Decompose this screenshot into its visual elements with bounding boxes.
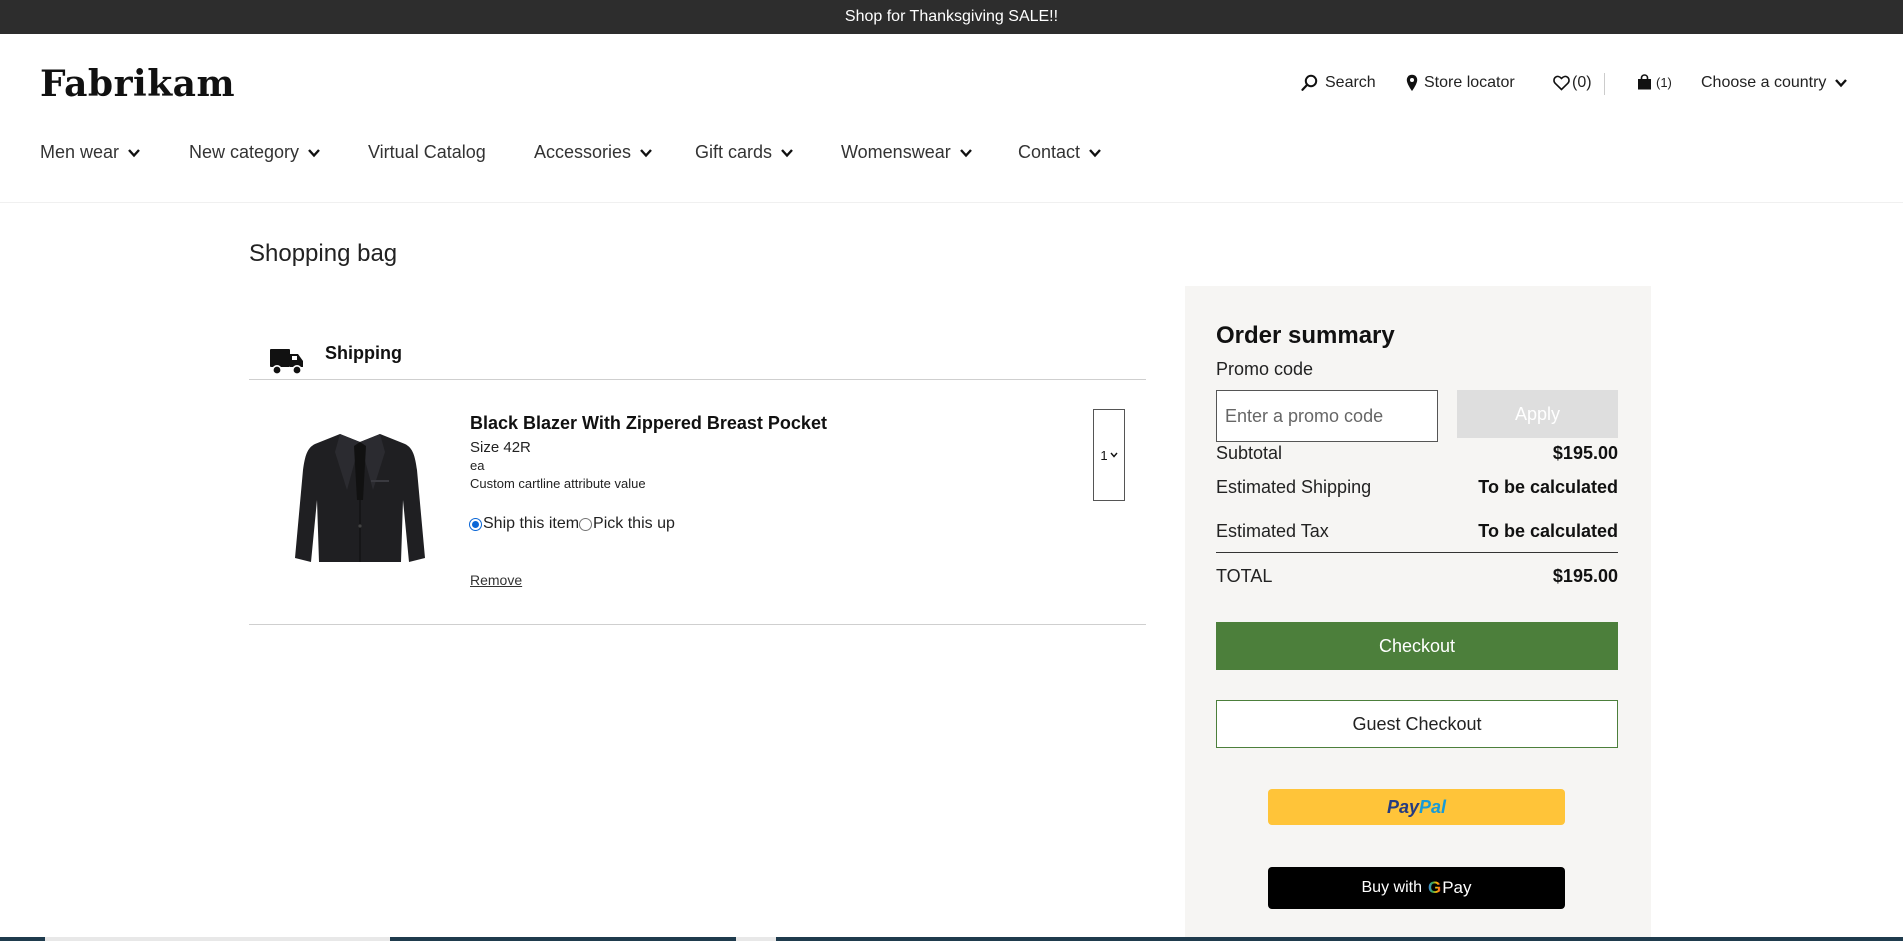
chevron-down-icon <box>1089 148 1101 157</box>
subtotal-value: $195.00 <box>1552 443 1618 463</box>
location-pin-icon <box>1406 74 1418 91</box>
search-icon <box>1301 74 1318 91</box>
utility-divider <box>1604 73 1605 95</box>
total-label: TOTAL <box>1216 566 1273 586</box>
nav-label: Accessories <box>534 142 632 162</box>
google-pay-logo: G Pay <box>1428 878 1472 898</box>
bottom-taskbar-strip <box>0 937 1903 941</box>
quantity-value: 1 <box>1100 447 1108 463</box>
shopping-bag-icon <box>1638 74 1651 90</box>
google-g-icon: G <box>1427 878 1442 897</box>
chevron-down-icon <box>959 148 972 157</box>
wishlist-count: (0) <box>1572 74 1592 91</box>
nav-item-new-category[interactable]: New category <box>189 142 321 163</box>
nav-label: Womenswear <box>841 142 951 162</box>
promo-banner-text: Shop for Thanksgiving SALE!! <box>844 8 1059 25</box>
cart-count: (1) <box>1656 74 1672 90</box>
chevron-down-icon <box>308 148 320 157</box>
page-title: Shopping bag <box>249 240 398 267</box>
paypal-logo-pal: Pal <box>1419 796 1447 817</box>
paypal-logo-pay: Pay <box>1386 796 1419 817</box>
shipping-label: Estimated Shipping <box>1216 477 1372 497</box>
product-unit: ea <box>470 458 485 473</box>
shipping-row: Estimated Shipping To be calculated <box>1216 477 1618 498</box>
ship-item-radio[interactable] <box>469 517 482 531</box>
shipping-header <box>268 343 306 379</box>
brand-logo[interactable]: Fabrikam <box>40 63 235 105</box>
promo-code-label: Promo code <box>1216 359 1314 379</box>
chevron-down-icon <box>1110 452 1118 458</box>
delivery-options: Ship this item Pick this up <box>469 515 675 533</box>
tax-label: Estimated Tax <box>1216 521 1329 541</box>
nav-item-contact[interactable]: Contact <box>1018 142 1102 163</box>
tax-row: Estimated Tax To be calculated <box>1216 521 1618 542</box>
guest-checkout-button[interactable]: Guest Checkout <box>1216 700 1618 748</box>
ship-item-label[interactable]: Ship this item <box>483 515 579 533</box>
store-locator-label: Store locator <box>1424 74 1515 91</box>
remove-link[interactable]: Remove <box>470 572 522 588</box>
tax-value: To be calculated <box>1478 521 1618 541</box>
product-name[interactable]: Black Blazer With Zippered Breast Pocket <box>470 413 827 434</box>
subtotal-row: Subtotal $195.00 <box>1216 443 1618 464</box>
nav-label: Gift cards <box>695 142 773 162</box>
product-image[interactable] <box>285 430 435 570</box>
nav-item-accessories[interactable]: Accessories <box>534 142 653 163</box>
product-custom-attribute: Custom cartline attribute value <box>470 476 646 491</box>
shipping-title: Shipping <box>325 343 402 363</box>
nav-label: Men wear <box>40 142 120 162</box>
chevron-down-icon <box>640 148 652 157</box>
chevron-down-icon <box>1835 79 1848 88</box>
gpay-prefix: Buy with <box>1361 879 1422 896</box>
nav-item-womenswear[interactable]: Womenswear <box>841 142 973 163</box>
promo-code-input[interactable] <box>1216 390 1438 442</box>
nav-label: Contact <box>1018 142 1081 162</box>
wishlist-link[interactable]: (0) <box>1553 74 1592 92</box>
chevron-down-icon <box>781 148 793 157</box>
paypal-button[interactable]: Pay Pal <box>1268 789 1565 825</box>
checkout-button[interactable]: Checkout <box>1216 622 1618 670</box>
subtotal-label: Subtotal <box>1216 443 1283 463</box>
cart-line-divider <box>249 624 1146 625</box>
quantity-select[interactable]: 1 <box>1093 409 1125 501</box>
strip-segment <box>736 937 776 941</box>
cart-link[interactable]: (1) <box>1637 74 1672 90</box>
product-size: Size 42R <box>470 439 531 456</box>
google-pay-button[interactable]: Buy with G Pay <box>1268 867 1565 909</box>
shipping-value: To be calculated <box>1478 477 1618 497</box>
pickup-label[interactable]: Pick this up <box>593 515 675 533</box>
promo-banner[interactable]: Shop for Thanksgiving SALE!! <box>0 0 1903 34</box>
total-row: TOTAL $195.00 <box>1216 566 1618 587</box>
country-selector[interactable]: Choose a country <box>1701 74 1848 92</box>
total-value: $195.00 <box>1552 566 1618 586</box>
shipping-divider <box>249 379 1146 380</box>
header-divider <box>0 202 1903 203</box>
nav-item-gift-cards[interactable]: Gift cards <box>695 142 794 163</box>
heart-icon <box>1553 75 1570 91</box>
nav-label: Virtual Catalog <box>368 142 486 162</box>
nav-item-virtual-catalog[interactable]: Virtual Catalog <box>368 142 486 163</box>
chevron-down-icon <box>128 148 140 157</box>
store-locator-link[interactable]: Store locator <box>1406 74 1515 92</box>
summary-divider <box>1216 552 1618 553</box>
search-label: Search <box>1325 74 1376 91</box>
nav-item-men-wear[interactable]: Men wear <box>40 142 141 163</box>
nav-label: New category <box>189 142 300 162</box>
gpay-pay-text: Pay <box>1442 878 1472 897</box>
strip-segment <box>45 937 390 941</box>
order-summary-panel <box>1185 286 1651 941</box>
search-link[interactable]: Search <box>1301 74 1376 92</box>
apply-promo-button[interactable]: Apply <box>1457 390 1618 438</box>
truck-icon <box>270 349 303 375</box>
order-summary-title: Order summary <box>1216 322 1395 349</box>
country-label: Choose a country <box>1701 74 1827 91</box>
pickup-radio[interactable] <box>579 517 593 531</box>
